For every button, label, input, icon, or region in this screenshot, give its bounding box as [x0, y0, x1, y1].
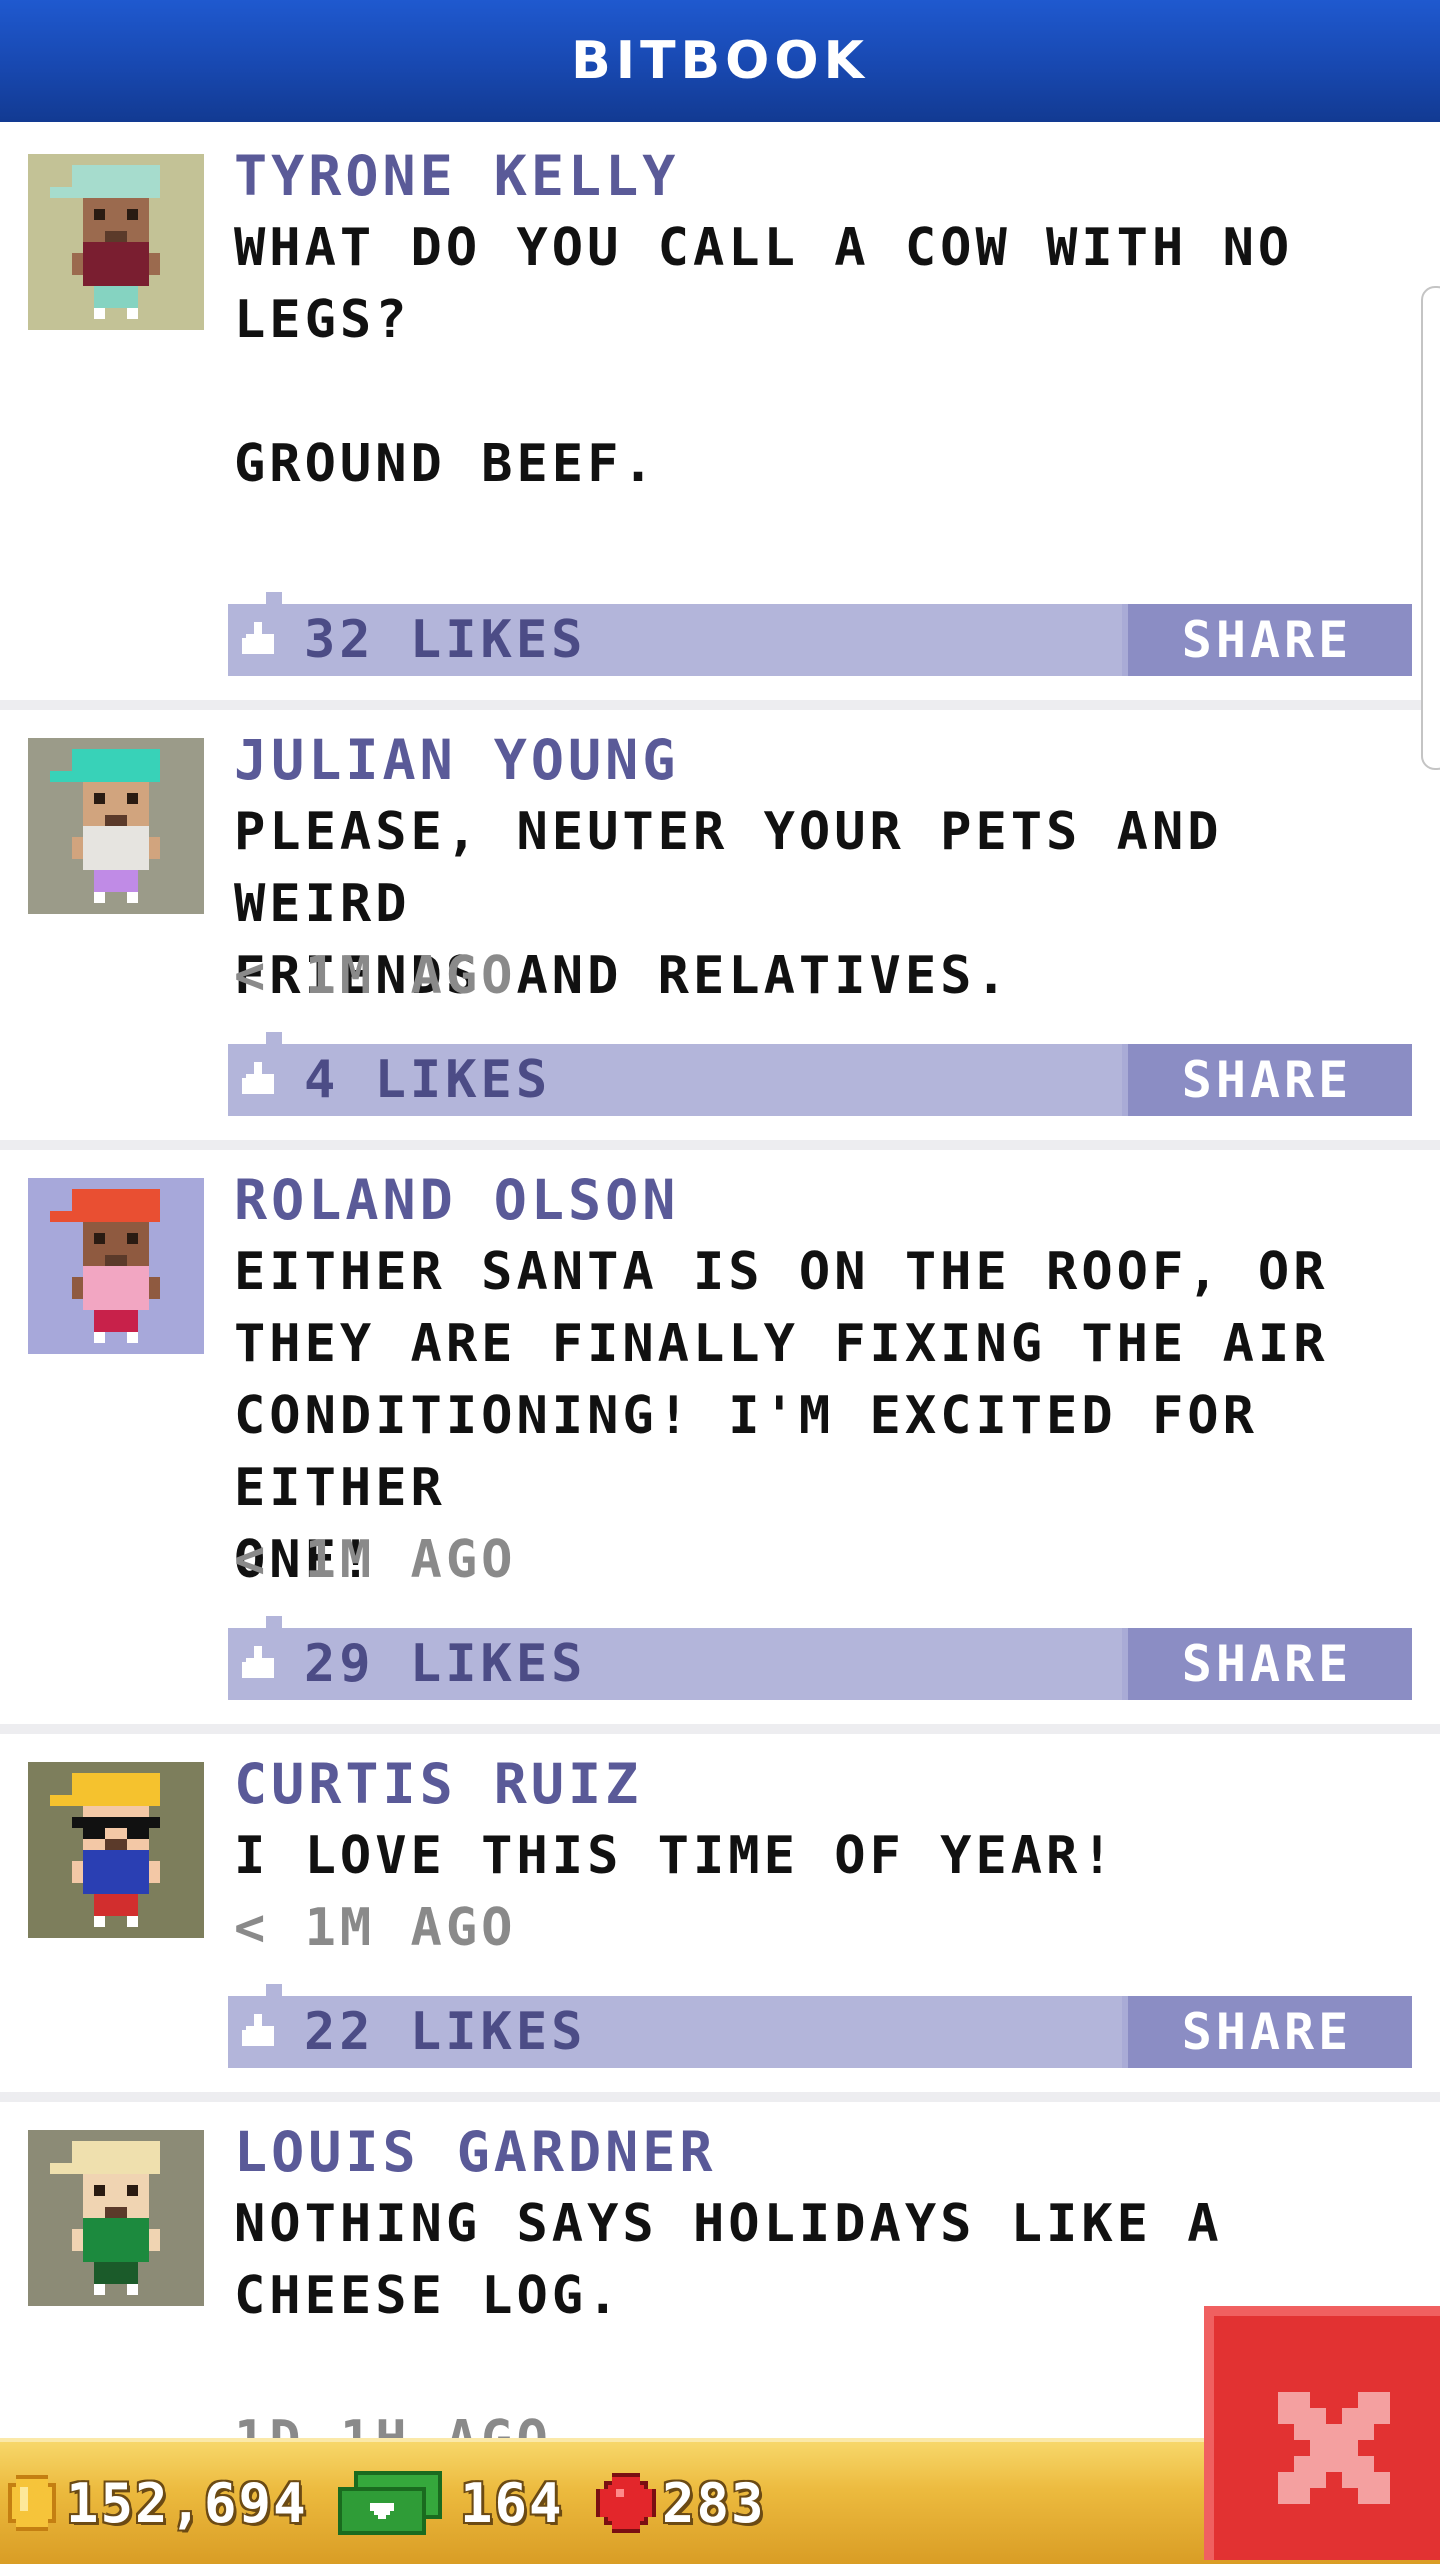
likes-bar-pointer: [266, 592, 282, 604]
coins-stat: 152,694: [4, 2442, 308, 2564]
likes-bar-pointer: [266, 1984, 282, 1996]
thumb-up-icon: [242, 1646, 274, 1678]
likes-count: 4 LIKES: [304, 1050, 552, 1110]
cash-stat: 164: [338, 2442, 564, 2564]
avatar[interactable]: [28, 1762, 204, 1938]
share-button[interactable]: SHARE: [1122, 1996, 1412, 2068]
likes-bar-pointer: [266, 1616, 282, 1628]
post-divider: [0, 2092, 1440, 2102]
like-button[interactable]: [242, 622, 278, 662]
coins-value: 152,694: [66, 2471, 308, 2535]
likes-count: 22 LIKES: [304, 2002, 587, 2062]
avatar[interactable]: [28, 738, 204, 914]
like-button[interactable]: [242, 1646, 278, 1686]
post-message: I LOVE THIS TIME OF YEAR!: [234, 1826, 1117, 1886]
like-button[interactable]: [242, 2014, 278, 2054]
post-timestamp: < 1M AGO: [234, 1898, 517, 1958]
share-button[interactable]: SHARE: [1122, 1628, 1412, 1700]
cash-value: 164: [460, 2471, 564, 2535]
scrollbar[interactable]: [1421, 286, 1440, 770]
post-divider: [0, 1724, 1440, 1734]
avatar[interactable]: [28, 154, 204, 330]
share-button[interactable]: SHARE: [1122, 1044, 1412, 1116]
thumb-up-icon: [242, 622, 274, 654]
likes-count: 32 LIKES: [304, 610, 587, 670]
likes-bar: 4 LIKES SHARE: [228, 1044, 1412, 1116]
gems-value: 283: [662, 2471, 766, 2535]
post-author[interactable]: LOUIS GARDNER: [234, 2116, 716, 2188]
page-title: BITBOOK: [571, 31, 869, 91]
likes-count: 29 LIKES: [304, 1634, 587, 1694]
cash-icon: [338, 2471, 442, 2535]
likes-bar: 22 LIKES SHARE: [228, 1996, 1412, 2068]
likes-bar: 29 LIKES SHARE: [228, 1628, 1412, 1700]
coin-icon: [8, 2475, 56, 2531]
avatar[interactable]: [28, 2130, 204, 2306]
app-header: BITBOOK: [0, 0, 1440, 122]
like-button[interactable]: [242, 1062, 278, 1102]
close-icon: [1278, 2392, 1390, 2504]
gems-stat: 283: [596, 2442, 766, 2564]
likes-bar: 32 LIKES SHARE: [228, 604, 1412, 676]
post-timestamp: < 1M AGO: [234, 946, 517, 1006]
post-timestamp: < 1M AGO: [234, 1530, 517, 1590]
post-author[interactable]: CURTIS RUIZ: [234, 1748, 642, 1820]
post-author[interactable]: ROLAND OLSON: [234, 1164, 679, 1236]
avatar[interactable]: [28, 1178, 204, 1354]
post-divider: [0, 700, 1440, 710]
post-author[interactable]: JULIAN YOUNG: [234, 724, 679, 796]
thumb-up-icon: [242, 1062, 274, 1094]
thumb-up-icon: [242, 2014, 274, 2046]
close-button[interactable]: [1204, 2306, 1440, 2560]
share-button[interactable]: SHARE: [1122, 604, 1412, 676]
gem-icon: [596, 2473, 656, 2533]
likes-bar-pointer: [266, 1032, 282, 1044]
post-message: WHAT DO YOU CALL A COW WITH NO LEGS? GRO…: [234, 218, 1294, 494]
post-divider: [0, 1140, 1440, 1150]
post-author[interactable]: TYRONE KELLY: [234, 140, 679, 212]
